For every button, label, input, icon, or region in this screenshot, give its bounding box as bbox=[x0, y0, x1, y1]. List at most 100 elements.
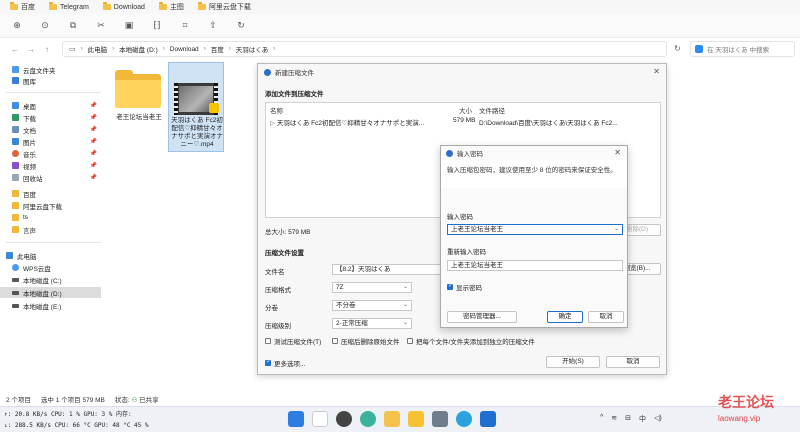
sidebar-item-folder[interactable]: 言声 bbox=[0, 224, 101, 235]
pin-icon[interactable]: 📌 bbox=[90, 114, 97, 121]
sidebar-item-this-pc[interactable]: 此电脑 bbox=[0, 250, 101, 261]
start-button[interactable]: 开始(S) bbox=[546, 356, 600, 368]
filename-input[interactable]: 【8.2】天羽はくあ bbox=[332, 264, 442, 275]
obs-icon[interactable] bbox=[336, 411, 352, 427]
cancel-button[interactable]: 取消 bbox=[606, 356, 660, 368]
paste-icon[interactable]: ▣ bbox=[122, 19, 136, 33]
task-view-icon[interactable] bbox=[312, 411, 328, 427]
search-input[interactable]: 在 天羽はくあ 中搜索 bbox=[690, 41, 795, 57]
sidebar-item-wps-cloud[interactable]: WPS云盘 bbox=[0, 262, 101, 273]
sidebar-item-folder[interactable]: ts bbox=[0, 212, 101, 223]
favorite-item[interactable]: 阿里云盘下载 bbox=[197, 2, 251, 12]
share-icon[interactable]: ⇧ bbox=[206, 19, 220, 33]
sidebar-item-videos[interactable]: 视频 📌 bbox=[0, 160, 101, 171]
pin-icon[interactable]: 📌 bbox=[90, 126, 97, 133]
wifi-icon[interactable]: ≋ bbox=[611, 414, 617, 424]
folder-icon bbox=[158, 2, 167, 10]
sidebar-item-gallery[interactable]: 图库 bbox=[0, 75, 101, 86]
favorite-item[interactable]: Download bbox=[102, 2, 145, 11]
sidebar-item-drive-c[interactable]: 本地磁盘 (C:) bbox=[0, 274, 101, 285]
volume-icon[interactable]: ◁) bbox=[654, 414, 662, 424]
cut-icon[interactable]: ✂ bbox=[94, 19, 108, 33]
breadcrumb-item[interactable]: Download bbox=[170, 46, 199, 53]
refresh-icon[interactable]: ↻ bbox=[234, 19, 248, 33]
split-select[interactable]: 不分卷 ⌄ bbox=[332, 300, 412, 311]
sidebar-item-downloads[interactable]: 下载 📌 bbox=[0, 112, 101, 123]
folder-icon bbox=[12, 214, 19, 221]
pin-icon[interactable]: 📌 bbox=[90, 102, 97, 109]
format-value: 7Z bbox=[336, 284, 344, 291]
folder-icon[interactable] bbox=[115, 70, 161, 108]
show-password-checkbox[interactable]: 显示密码 bbox=[447, 282, 482, 292]
folder-icon bbox=[10, 2, 18, 10]
pin-icon[interactable]: 📌 bbox=[90, 174, 97, 181]
archiver-icon bbox=[446, 149, 453, 157]
close-icon[interactable]: ✕ bbox=[614, 148, 621, 157]
sidebar-item-folder[interactable]: 阿里云盘下载 bbox=[0, 200, 101, 211]
column-header[interactable]: 大小 bbox=[459, 105, 472, 115]
pin-icon[interactable]: 📌 bbox=[90, 162, 97, 169]
separate-archive-checkbox[interactable]: 把每个文件/文件夹添加到独立的压缩文件 bbox=[407, 336, 535, 346]
password-input[interactable]: 上老王论坛当老王 ⌄ bbox=[447, 224, 623, 235]
breadcrumb-item[interactable]: 天羽はくあ bbox=[236, 44, 269, 54]
file-item-selected[interactable]: 天羽はくあ Fc2初配信♡抑精甘々オナサポと実演オナニー♡.mp4 bbox=[168, 62, 224, 152]
sort-icon[interactable]: ⊙ bbox=[38, 19, 52, 33]
more-options-checkbox[interactable]: 更多选项... bbox=[265, 358, 305, 368]
archiver-icon[interactable] bbox=[480, 411, 496, 427]
table-row[interactable]: ▷ 天羽はくあ Fc2初配信♡抑精甘々オナサポと実演... bbox=[270, 117, 424, 127]
sidebar-item-drive-d[interactable]: 本地磁盘 (D:) bbox=[0, 287, 101, 298]
copy-icon[interactable]: ⧉ bbox=[66, 19, 80, 33]
pin-icon[interactable]: 📌 bbox=[90, 150, 97, 157]
folder-icon bbox=[12, 226, 19, 233]
column-header[interactable]: 文件路径 bbox=[479, 105, 505, 115]
pin-icon[interactable]: 📌 bbox=[90, 138, 97, 145]
sidebar-item-folder[interactable]: 百度 bbox=[0, 188, 101, 199]
telegram-icon[interactable] bbox=[456, 411, 472, 427]
level-select[interactable]: 2-正常压缩 ⌄ bbox=[332, 318, 412, 329]
sidebar-item-music[interactable]: 音乐 📌 bbox=[0, 148, 101, 159]
close-icon[interactable]: ✕ bbox=[653, 67, 660, 76]
cancel-button[interactable]: 取消 bbox=[588, 311, 624, 323]
notes-icon[interactable] bbox=[408, 411, 424, 427]
favorite-item[interactable]: Telegram bbox=[49, 2, 89, 11]
network-icon[interactable]: ⊟ bbox=[625, 414, 631, 424]
file-explorer-icon[interactable] bbox=[384, 411, 400, 427]
delete-source-checkbox[interactable]: 压缩后删除原始文件 bbox=[332, 336, 400, 346]
sidebar-item-label: 音乐 bbox=[23, 151, 36, 159]
ime-indicator[interactable]: 中 bbox=[639, 414, 646, 424]
sidebar-item-drive-e[interactable]: 本地磁盘 (E:) bbox=[0, 300, 101, 311]
back-icon[interactable]: ← bbox=[10, 45, 20, 54]
favorite-item[interactable]: 主图 bbox=[158, 2, 184, 12]
breadcrumb[interactable]: ▭ › 此电脑 › 本地磁盘 (D:) › Download › 百度 › 天羽… bbox=[62, 41, 667, 57]
app-icon[interactable] bbox=[432, 411, 448, 427]
column-header[interactable]: 名称 bbox=[270, 105, 283, 115]
new-icon[interactable]: ⊕ bbox=[10, 19, 24, 33]
folder-icon bbox=[49, 2, 57, 10]
sidebar-item-desktop[interactable]: 桌面 📌 bbox=[0, 100, 101, 111]
ok-button[interactable]: 确定 bbox=[547, 311, 583, 323]
start-icon[interactable] bbox=[288, 411, 304, 427]
chevron-up-icon[interactable]: ^ bbox=[600, 414, 603, 424]
sidebar-item-pictures[interactable]: 图片 📌 bbox=[0, 136, 101, 147]
checkbox-label: 压缩后删除原始文件 bbox=[341, 339, 400, 346]
test-archive-checkbox[interactable]: 测试压缩文件(T) bbox=[265, 336, 321, 346]
format-select[interactable]: 7Z ⌄ bbox=[332, 282, 412, 293]
breadcrumb-item[interactable]: 百度 bbox=[211, 44, 224, 54]
confirm-password-input[interactable]: 上老王论坛当老王 bbox=[447, 260, 623, 271]
file-name[interactable]: 老王论坛当老王 bbox=[107, 114, 171, 122]
up-icon[interactable]: ↑ bbox=[42, 45, 52, 54]
rename-icon[interactable]: ⁅⁆ bbox=[150, 19, 164, 33]
sidebar-item-cloud[interactable]: 云盘文件夹 bbox=[0, 64, 101, 75]
sidebar-item-documents[interactable]: 文档 📌 bbox=[0, 124, 101, 135]
favorite-item[interactable]: 百度 bbox=[10, 2, 35, 12]
forward-icon[interactable]: → bbox=[26, 45, 36, 54]
chevron-down-icon[interactable]: ⌄ bbox=[614, 225, 619, 234]
sidebar-item-recycle-bin[interactable]: 回收站 📌 bbox=[0, 172, 101, 183]
password-manager-button[interactable]: 密码管理器... bbox=[447, 311, 517, 323]
edge-icon[interactable] bbox=[360, 411, 376, 427]
refresh-icon[interactable]: ↻ bbox=[674, 44, 681, 53]
archiver-icon bbox=[264, 68, 271, 76]
breadcrumb-item[interactable]: 此电脑 bbox=[88, 44, 108, 54]
breadcrumb-item[interactable]: 本地磁盘 (D:) bbox=[119, 44, 158, 54]
crop-icon[interactable]: ⌗ bbox=[178, 19, 192, 33]
